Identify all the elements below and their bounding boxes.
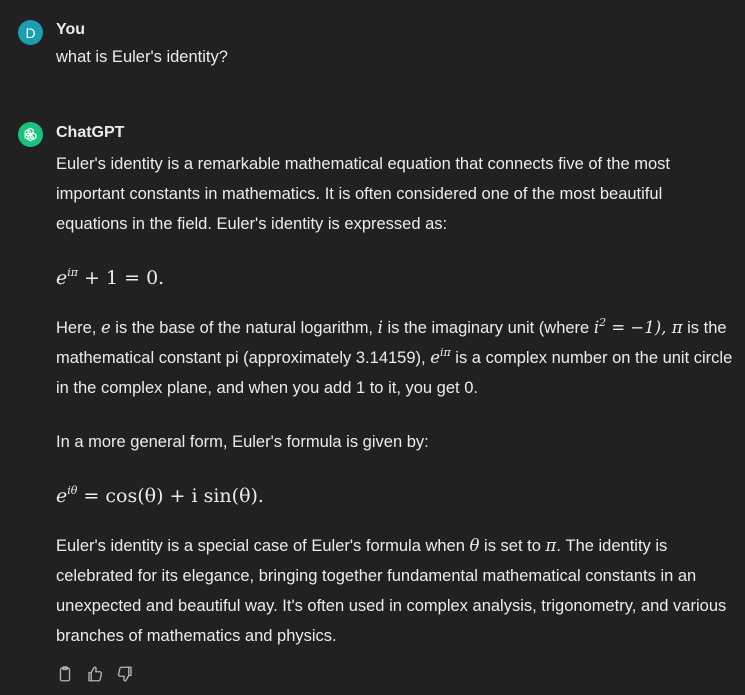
thumbs-up-icon[interactable]	[86, 665, 104, 683]
eq2-exponent: iθ	[67, 483, 78, 497]
eq1-base: e	[56, 267, 68, 289]
response-paragraph-4: Euler's identity is a special case of Eu…	[56, 536, 727, 645]
eq2-base: e	[56, 485, 68, 507]
eq1-rest: + 1 = 0.	[78, 267, 165, 289]
response-paragraph-3: In a more general form, Euler's formula …	[56, 433, 429, 451]
eq2-rest: = cos(θ) + i sin(θ).	[77, 485, 264, 507]
clipboard-icon[interactable]	[56, 665, 74, 683]
user-avatar: D	[18, 20, 43, 45]
thumbs-down-icon[interactable]	[116, 665, 134, 683]
chatgpt-logo-icon	[18, 122, 43, 147]
response-paragraph-2: Here, e is the base of the natural logar…	[56, 315, 733, 398]
assistant-response: Euler's identity is a remarkable mathema…	[56, 149, 736, 651]
equation-euler-formula: eiθ = cos(θ) + i sin(θ).	[56, 481, 736, 511]
message-actions	[56, 665, 134, 683]
equation-euler-identity: eiπ + 1 = 0.	[56, 263, 736, 293]
assistant-name: ChatGPT	[56, 124, 125, 141]
response-paragraph-1: Euler's identity is a remarkable mathema…	[56, 155, 670, 233]
user-name: You	[56, 21, 86, 38]
user-message: what is Euler's identity?	[56, 48, 228, 66]
eq1-exponent: iπ	[67, 265, 78, 279]
